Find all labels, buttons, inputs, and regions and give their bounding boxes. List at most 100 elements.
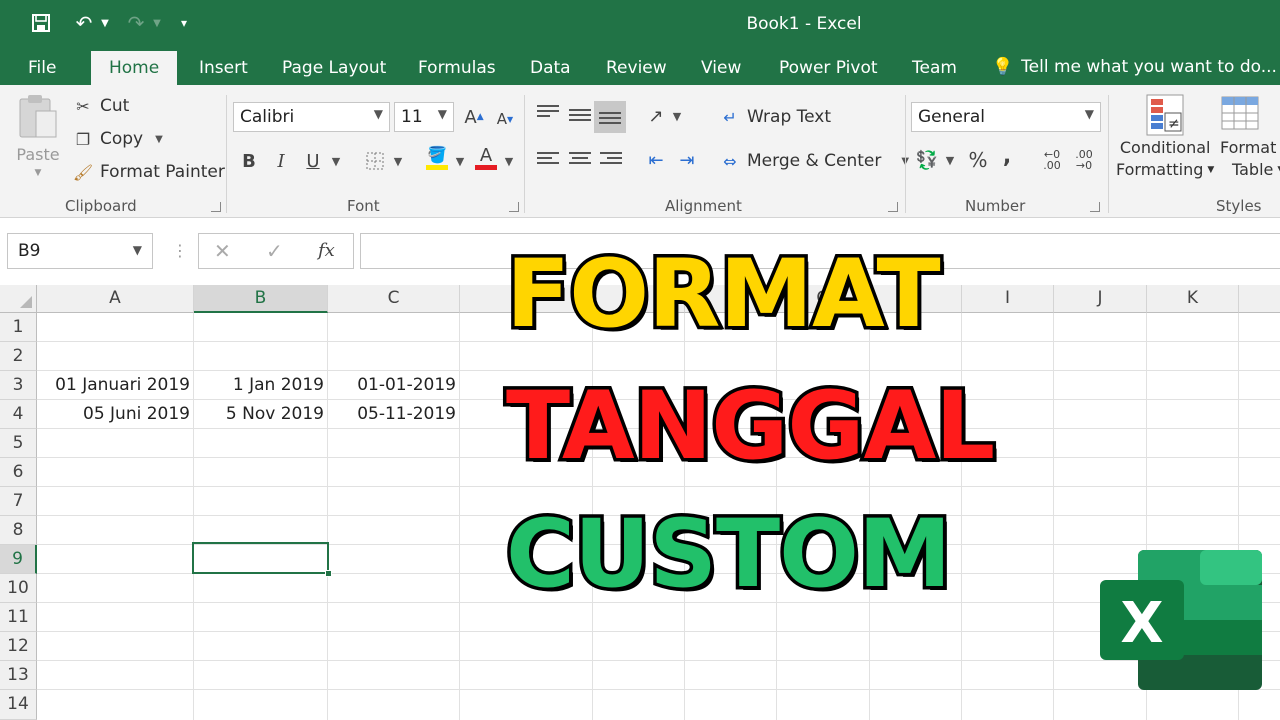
cancel-icon[interactable]: ✕ (214, 239, 231, 263)
row-header-8[interactable]: 8 (0, 516, 37, 545)
name-box[interactable]: B9 ▼ (7, 233, 153, 269)
tab-formulas[interactable]: Formulas (418, 58, 496, 78)
row-header-3[interactable]: 3 (0, 371, 37, 400)
accounting-dropdown-icon[interactable]: ▼ (943, 147, 957, 173)
format-painter-button[interactable]: 🖌 Format Painter (72, 161, 225, 183)
merge-center-button[interactable]: ⇔ Merge & Center ▼ (719, 150, 909, 172)
tab-review[interactable]: Review (606, 58, 667, 78)
row-header-12[interactable]: 12 (0, 632, 37, 661)
underline-dropdown-icon[interactable]: ▼ (329, 148, 343, 174)
tab-insert[interactable]: Insert (199, 58, 248, 78)
cell-a3[interactable]: 01 Januari 2019 (38, 371, 194, 400)
copy-button[interactable]: ❐ Copy ▼ (72, 128, 163, 150)
cut-button[interactable]: ✂ Cut (72, 95, 129, 117)
fill-color-icon[interactable]: 🪣 (424, 145, 450, 171)
alignment-launcher-icon[interactable] (888, 202, 898, 212)
comma-style-button[interactable]: , (994, 143, 1020, 169)
format-table-label-1: Format (1220, 138, 1277, 157)
column-header-j[interactable]: J (1054, 285, 1147, 313)
column-header-next[interactable] (1239, 285, 1280, 313)
middle-align-icon[interactable] (569, 109, 591, 127)
row-header-9[interactable]: 9 (0, 545, 37, 574)
percent-style-button[interactable]: % (965, 147, 991, 173)
row-header-5[interactable]: 5 (0, 429, 37, 458)
active-cell-b9[interactable] (192, 542, 332, 577)
bold-button[interactable]: B (236, 148, 262, 174)
fill-color-dropdown-icon[interactable]: ▼ (453, 148, 467, 174)
increase-decimal-icon[interactable]: ←0.00 (1039, 147, 1065, 173)
underline-button[interactable]: U (300, 148, 326, 174)
column-header-b[interactable]: B (194, 285, 328, 313)
font-color-icon[interactable]: A (473, 145, 499, 171)
row-header-13[interactable]: 13 (0, 661, 37, 690)
decrease-indent-icon[interactable]: ⇤ (643, 147, 669, 173)
column-header-k[interactable]: K (1147, 285, 1239, 313)
borders-dropdown-icon[interactable]: ▼ (391, 148, 405, 174)
clipboard-launcher-icon[interactable] (211, 202, 221, 212)
number-format-select[interactable]: General ▼ (911, 102, 1101, 132)
tab-view[interactable]: View (701, 58, 741, 78)
insert-function-icon[interactable]: fx (318, 240, 335, 261)
orientation-dropdown-icon[interactable]: ▼ (670, 103, 684, 129)
decrease-decimal-icon[interactable]: .00 →0 (1071, 147, 1097, 173)
wrap-text-label: Wrap Text (747, 107, 832, 127)
cell-b4[interactable]: 5 Nov 2019 (194, 400, 328, 429)
tab-power-pivot[interactable]: Power Pivot (779, 58, 878, 78)
conditional-formatting-button[interactable]: ≠ Conditional Formatting ▼ (1116, 93, 1214, 181)
cell-c4[interactable]: 05-11-2019 (328, 400, 460, 429)
column-header-i[interactable]: I (962, 285, 1054, 313)
row-header-4[interactable]: 4 (0, 400, 37, 429)
align-center-icon[interactable] (569, 152, 591, 170)
paste-label: Paste (16, 145, 60, 164)
row-header-1[interactable]: 1 (0, 313, 37, 342)
conditional-formatting-label-2: Formatting (1116, 160, 1204, 179)
align-right-icon[interactable] (600, 152, 622, 170)
cell-b3[interactable]: 1 Jan 2019 (194, 371, 328, 400)
format-as-table-button[interactable]: Format Table▼ (1218, 93, 1280, 181)
paintbrush-icon: 🖌 (72, 162, 94, 182)
align-left-icon[interactable] (537, 152, 559, 170)
top-align-icon[interactable] (537, 105, 559, 123)
row-header-7[interactable]: 7 (0, 487, 37, 516)
accounting-format-icon[interactable]: 💱 (914, 147, 940, 173)
orientation-icon[interactable]: ↗ (643, 103, 669, 129)
tab-file[interactable]: File (28, 58, 56, 78)
bottom-align-icon[interactable] (594, 101, 626, 133)
increase-font-size-icon[interactable]: A ▲ (461, 104, 487, 130)
font-color-dropdown-icon[interactable]: ▼ (502, 148, 516, 174)
number-group-label: Number (965, 197, 1026, 215)
tell-me-box[interactable]: 💡 Tell me what you want to do... (992, 57, 1277, 77)
number-launcher-icon[interactable] (1090, 202, 1100, 212)
italic-button[interactable]: I (268, 148, 294, 174)
tab-team[interactable]: Team (912, 58, 957, 78)
copy-label: Copy (100, 129, 144, 149)
title-bar: ↶ ▼ ↷ ▼ ▾ Book1 - Excel (0, 0, 1280, 48)
group-divider (905, 95, 906, 213)
cell-a4[interactable]: 05 Juni 2019 (38, 400, 194, 429)
column-header-a[interactable]: A (37, 285, 194, 313)
row-header-6[interactable]: 6 (0, 458, 37, 487)
gridline (1053, 313, 1054, 720)
font-size-select[interactable]: 11 ▼ (394, 102, 454, 132)
drag-handle-icon[interactable]: ⋮ (172, 241, 188, 260)
tab-data[interactable]: Data (530, 58, 571, 78)
column-header-c[interactable]: C (328, 285, 460, 313)
row-header-14[interactable]: 14 (0, 690, 37, 720)
font-launcher-icon[interactable] (509, 202, 519, 212)
row-header-11[interactable]: 11 (0, 603, 37, 632)
increase-indent-icon[interactable]: ⇥ (674, 147, 700, 173)
row-header-10[interactable]: 10 (0, 574, 37, 603)
enter-icon[interactable]: ✓ (266, 239, 283, 263)
decrease-font-size-icon[interactable]: A ▼ (492, 106, 518, 132)
borders-icon[interactable] (362, 148, 388, 174)
fill-handle[interactable] (325, 570, 332, 577)
font-name-select[interactable]: Calibri ▼ (233, 102, 390, 132)
wrap-text-button[interactable]: ↵ Wrap Text (719, 106, 831, 128)
paste-button[interactable]: Paste ▼ (16, 93, 60, 178)
row-header-2[interactable]: 2 (0, 342, 37, 371)
select-all-corner[interactable] (0, 285, 37, 313)
cell-c3[interactable]: 01-01-2019 (328, 371, 460, 400)
tab-home[interactable]: Home (91, 51, 178, 85)
tab-page-layout[interactable]: Page Layout (282, 58, 386, 78)
headline-line-1: FORMAT (503, 240, 945, 349)
